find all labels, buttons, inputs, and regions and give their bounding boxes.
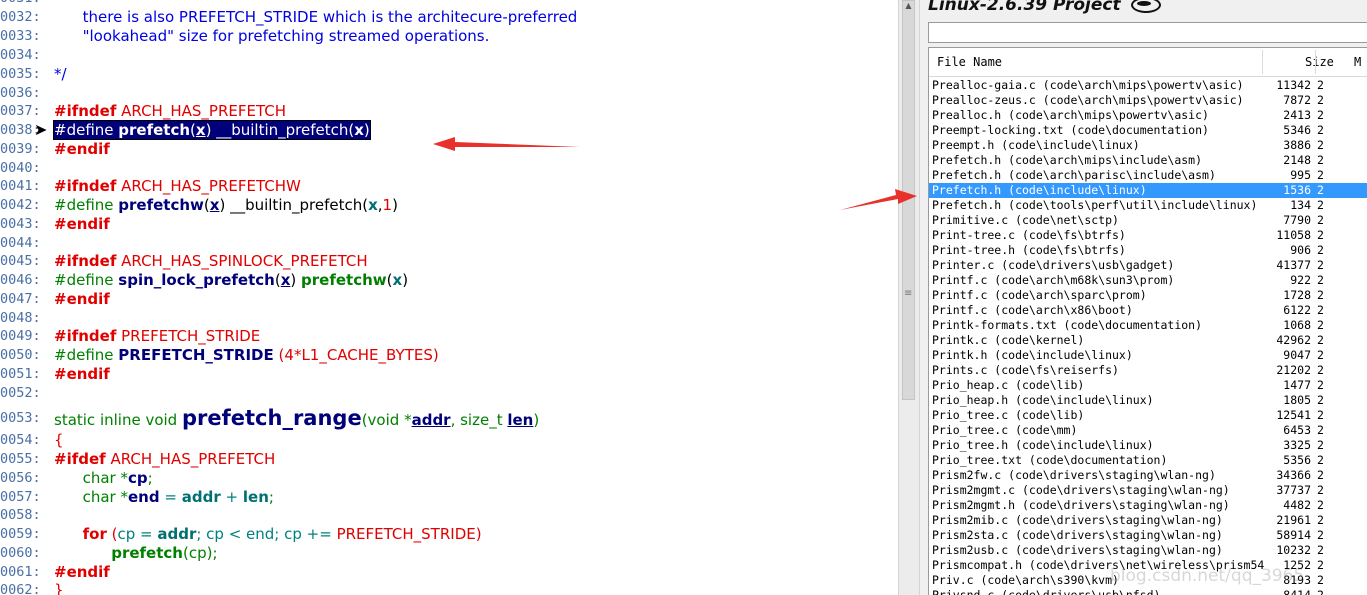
watermark: blog.csdn.net/qq_3965 [1110,566,1305,586]
annotation-arrow-left [433,137,580,151]
annotation-arrow-right [840,189,917,210]
annotation-overlay [433,137,917,210]
